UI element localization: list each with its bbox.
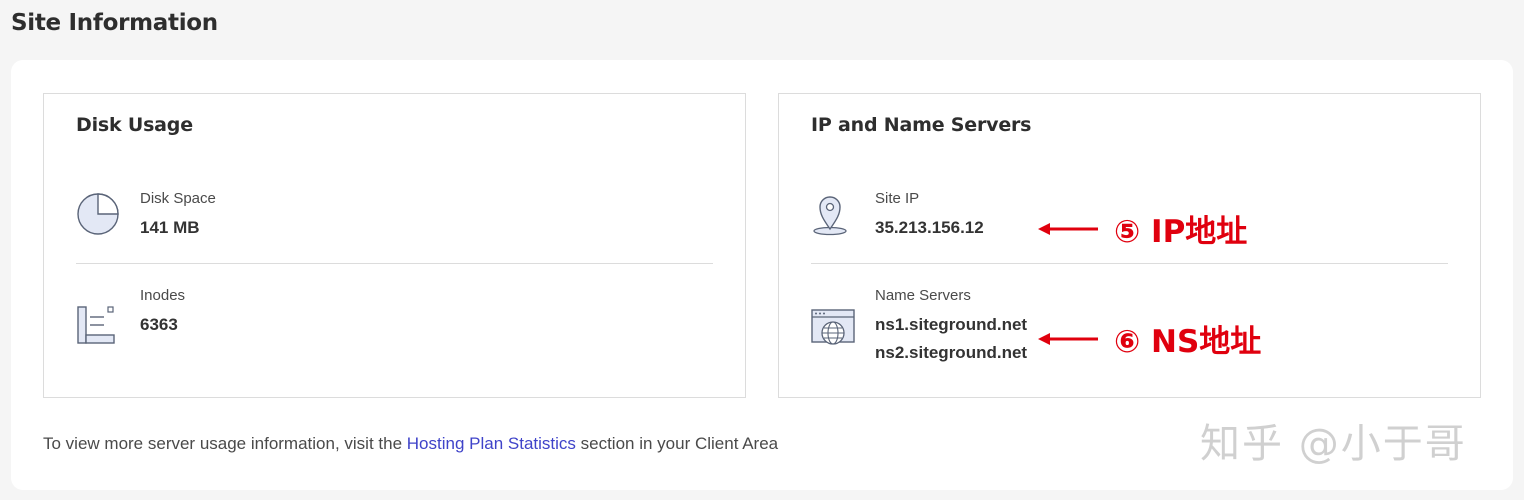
ns-annotation-text: ⑥ NS地址 xyxy=(1114,324,1262,360)
name-server-2: ns2.siteground.net xyxy=(875,343,1028,362)
inodes-row: Inodes 6363 xyxy=(76,283,713,344)
inodes-value: 6363 xyxy=(140,315,178,334)
ip-name-servers-title: IP and Name Servers xyxy=(811,114,1032,136)
site-ip-value: 35.213.156.12 xyxy=(875,218,984,237)
inodes-icon xyxy=(76,305,116,350)
divider xyxy=(811,263,1448,264)
disk-space-label: Disk Space xyxy=(140,190,216,207)
disk-space-row: Disk Space 141 MB xyxy=(76,186,713,246)
ns-annotation: ⑥ NS地址 xyxy=(1038,316,1261,361)
footnote-text-before: To view more server usage information, v… xyxy=(43,434,407,453)
footnote: To view more server usage information, v… xyxy=(43,434,778,454)
location-pin-icon xyxy=(811,192,851,241)
name-server-1: ns1.siteground.net xyxy=(875,315,1028,334)
page-title: Site Information xyxy=(11,10,218,36)
ip-annotation-text: ⑤ IP地址 xyxy=(1114,214,1248,250)
arrow-left-icon xyxy=(1038,222,1098,235)
name-servers-label: Name Servers xyxy=(875,287,971,304)
ip-annotation: ⑤ IP地址 xyxy=(1038,206,1247,251)
globe-browser-icon xyxy=(811,309,855,352)
disk-space-value: 141 MB xyxy=(140,218,200,237)
disk-usage-panel: Disk Usage Disk Space 141 MB Inodes 6363 xyxy=(43,93,746,398)
site-ip-label: Site IP xyxy=(875,190,920,207)
footnote-text-after: section in your Client Area xyxy=(575,434,779,453)
watermark: 知乎 @小于哥 xyxy=(1200,421,1467,467)
inodes-label: Inodes xyxy=(140,287,186,304)
hosting-plan-statistics-link[interactable]: Hosting Plan Statistics xyxy=(407,434,576,453)
divider xyxy=(76,263,713,264)
disk-usage-title: Disk Usage xyxy=(76,114,193,136)
pie-chart-icon xyxy=(76,192,120,241)
arrow-left-icon xyxy=(1038,332,1098,345)
